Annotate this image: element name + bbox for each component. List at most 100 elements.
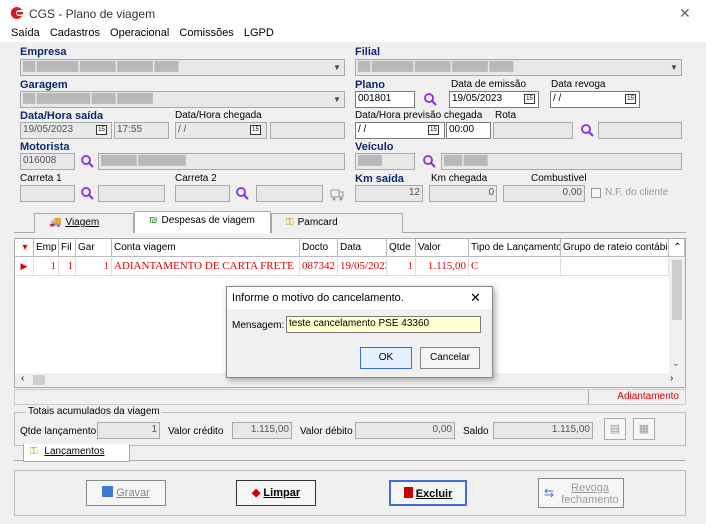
carreta1-input[interactable] (20, 185, 75, 202)
data-revoga-label: Data revoga (551, 79, 606, 90)
carreta2-descricao (256, 185, 323, 202)
search-icon[interactable] (81, 187, 94, 200)
cell-data[interactable]: 19/05/2023 (338, 258, 387, 276)
veiculo-descricao: ███ ████ (441, 153, 682, 170)
gravar-button[interactable]: Gravar (86, 480, 166, 506)
cell-tipo[interactable]: C (469, 258, 561, 276)
fechamento-label: fechamento (561, 494, 619, 506)
motorista-code-input[interactable]: 016008 (20, 153, 75, 170)
limpar-label: Limpar (263, 487, 301, 499)
calendar-icon[interactable]: 15 (524, 94, 535, 104)
search-icon[interactable] (424, 93, 437, 106)
revoga-fechamento-button[interactable]: ⇆ Revoga fechamento (538, 478, 624, 508)
motorista-name: ██████ ████████ (98, 153, 345, 170)
menu-operacional[interactable]: Operacional (110, 27, 169, 39)
title-bar: CGS - Plano de viagem ✕ (0, 0, 706, 26)
cell-emp[interactable]: 1 (34, 258, 59, 276)
rota-label: Rota (495, 110, 517, 121)
menu-cadastros[interactable]: Cadastros (50, 27, 100, 39)
cell-fil[interactable]: 1 (59, 258, 76, 276)
tab-despesas[interactable]: ₪ Despesas de viagem (134, 211, 271, 233)
tab-lancamentos[interactable]: ⚿ Lançamentos (23, 444, 130, 462)
scroll-up-icon[interactable]: ⌃ (669, 239, 685, 257)
cancel-reason-dialog: Informe o motivo do cancelamento. ✕ Mens… (226, 286, 493, 378)
search-icon[interactable] (81, 155, 94, 168)
cell-conta-viagem[interactable]: ADIANTAMENTO DE CARTA FRETE (112, 258, 300, 276)
chevron-down-icon[interactable]: ▼ (330, 92, 344, 107)
scroll-left-icon[interactable]: ‹ (21, 373, 24, 384)
cell-gar[interactable]: 1 (76, 258, 112, 276)
chevron-down-icon[interactable]: ▼ (330, 60, 344, 75)
calendar-icon[interactable]: 15 (250, 125, 261, 135)
chevron-down-icon[interactable]: ▼ (667, 60, 681, 75)
tab-despesas-label: Despesas de viagem (161, 215, 255, 226)
print-icon[interactable]: ▤ (604, 418, 626, 440)
scroll-right-icon[interactable]: › (670, 373, 673, 384)
col-grupo-rateio[interactable]: Grupo de rateio contábil (561, 239, 669, 257)
menu-comissoes[interactable]: Comissões (179, 27, 233, 39)
col-fil[interactable]: Fil (59, 239, 76, 257)
col-data[interactable]: Data (338, 239, 387, 257)
menu-lgpd[interactable]: LGPD (244, 27, 274, 39)
search-icon[interactable] (423, 155, 436, 168)
km-chegada-input[interactable]: 0 (429, 185, 497, 202)
plano-input[interactable]: 001801 (355, 91, 415, 108)
dialog-close-icon[interactable]: ✕ (470, 290, 481, 306)
garagem-select[interactable]: ██ █████████ ████ ██████ (20, 91, 345, 108)
col-tipo-lancamento[interactable]: Tipo de Lançamento (469, 239, 561, 257)
km-saida-label: Km saída (355, 173, 404, 185)
combustivel-input[interactable]: 0,00 (503, 185, 585, 202)
menu-bar: Saída Cadastros Operacional Comissões LG… (0, 26, 706, 42)
col-gar[interactable]: Gar (76, 239, 112, 257)
nf-cliente-checkbox[interactable] (591, 188, 601, 198)
dialog-cancel-button[interactable]: Cancelar (420, 347, 480, 369)
hora-previsao-input[interactable]: 00:00 (446, 122, 491, 139)
cell-valor[interactable]: 1.115,00 (416, 258, 469, 276)
calendar-icon[interactable]: 15 (428, 125, 439, 135)
excluir-label: Excluir (415, 488, 453, 500)
combustivel-label: Combustível (531, 173, 587, 184)
excluir-button[interactable]: Excluir (389, 480, 467, 506)
vertical-scrollbar[interactable]: ⌄ (669, 258, 685, 373)
carreta2-input[interactable] (175, 185, 230, 202)
truck-icon[interactable] (330, 187, 344, 201)
veiculo-code-input[interactable]: ████ (355, 153, 415, 170)
dialog-titlebar: Informe o motivo do cancelamento. ✕ (227, 287, 492, 309)
calendar-icon[interactable]: 15 (625, 94, 636, 104)
col-conta-viagem[interactable]: Conta viagem (112, 239, 300, 257)
menu-saida[interactable]: Saída (11, 27, 40, 39)
km-saida-input[interactable]: 12 (355, 185, 423, 202)
cell-grupo[interactable] (561, 258, 669, 276)
status-adiantamento: Adiantamento (617, 391, 679, 402)
truck-icon: 🚚 (49, 217, 62, 228)
close-window-icon[interactable]: ✕ (679, 5, 691, 22)
mensagem-input[interactable]: teste cancelamento PSE 43360 (286, 316, 481, 333)
scroll-down-icon[interactable]: ⌄ (672, 358, 680, 369)
delete-icon (403, 487, 413, 498)
dialog-ok-button[interactable]: OK (360, 347, 412, 369)
tab-viagem[interactable]: 🚚 Viagem (34, 213, 134, 233)
rota-input[interactable] (493, 122, 573, 139)
saldo-label: Saldo (463, 426, 489, 437)
filial-label: Filial (355, 46, 381, 58)
col-emp[interactable]: Emp (34, 239, 59, 257)
col-valor[interactable]: Valor (416, 239, 469, 257)
cell-docto[interactable]: 087342 (300, 258, 338, 276)
col-qtde[interactable]: Qtde (387, 239, 416, 257)
search-icon[interactable] (236, 187, 249, 200)
calendar-icon[interactable]: 15 (96, 125, 107, 135)
revoga-label: Revoga (571, 482, 609, 494)
tab-pamcard[interactable]: ⚿ Pamcard (271, 213, 403, 233)
filial-select[interactable]: ██ ███████ ██████ ██████ ████ (355, 59, 682, 76)
report-icon[interactable]: ▦ (633, 418, 655, 440)
status-row: Adiantamento (14, 389, 686, 405)
empresa-select[interactable]: ██ ███████ ██████ ██████ ████ (20, 59, 345, 76)
hora-chegada-input[interactable] (270, 122, 345, 139)
money-icon: ₪ (149, 215, 158, 226)
col-docto[interactable]: Docto (300, 239, 338, 257)
carreta1-descricao (98, 185, 165, 202)
search-icon[interactable] (581, 124, 594, 137)
limpar-button[interactable]: ◆ Limpar (236, 480, 316, 506)
cell-qtde[interactable]: 1 (387, 258, 416, 276)
hora-saida-input[interactable]: 17:55 (114, 122, 169, 139)
